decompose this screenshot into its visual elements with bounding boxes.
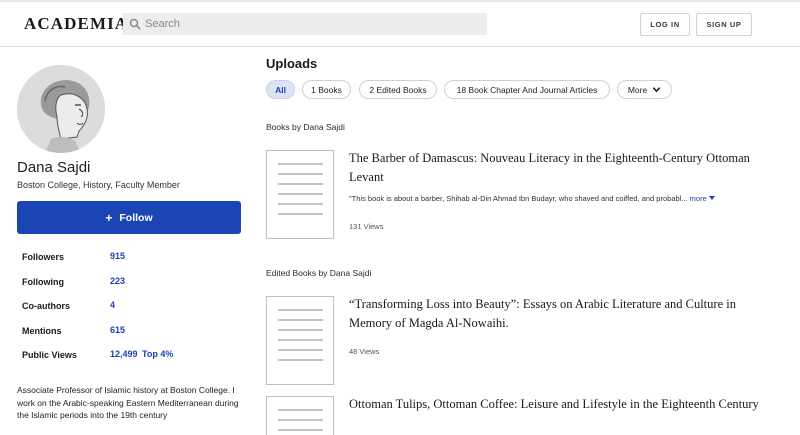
stat-value: 615 [110, 325, 126, 335]
uploads-heading: Uploads [266, 56, 318, 71]
top-header: ACADEMIA LOG IN SIGN UP [0, 0, 800, 47]
document-title[interactable]: “Transforming Loss into Beauty”: Essays … [349, 295, 769, 333]
more-link[interactable]: more [690, 194, 715, 203]
tab-all[interactable]: All [266, 80, 295, 99]
stat-following[interactable]: Following 223 [22, 276, 222, 293]
signup-button[interactable]: SIGN UP [696, 13, 752, 36]
follow-button[interactable]: + Follow [17, 201, 241, 234]
section-label-books: Books by Dana Sajdi [266, 122, 345, 132]
profile-name: Dana Sajdi [17, 159, 91, 176]
view-count: 48 Views [349, 347, 380, 356]
avatar [17, 65, 105, 153]
tab-books[interactable]: 1 Books [302, 80, 351, 99]
section-label-edited-books: Edited Books by Dana Sajdi [266, 268, 372, 278]
document-title[interactable]: The Barber of Damascus: Nouveau Literacy… [349, 149, 769, 187]
top-border [0, 0, 800, 2]
stat-label: Followers [22, 252, 65, 262]
stat-public-views: Public Views 12,499 Top 4% [22, 349, 222, 366]
stat-label: Public Views [22, 350, 77, 360]
excerpt-text: "This book is about a barber, Shihab al-… [349, 194, 688, 203]
plus-icon: + [105, 210, 113, 225]
tab-more-label: More [627, 84, 648, 95]
login-button[interactable]: LOG IN [640, 13, 690, 36]
stat-value: 12,499 [110, 349, 138, 359]
top-percent-badge: Top 4% [142, 349, 174, 359]
stat-value: 4 [110, 300, 116, 310]
tab-edited-books[interactable]: 2 Edited Books [359, 80, 437, 99]
search-input[interactable] [145, 13, 475, 35]
profile-bio: Associate Professor of Islamic history a… [17, 385, 239, 420]
view-count: 131 Views [349, 222, 384, 231]
stat-label: Following [22, 277, 64, 287]
stat-label: Mentions [22, 326, 62, 336]
stat-value: 223 [110, 276, 126, 286]
follow-label: Follow [119, 211, 153, 224]
document-title[interactable]: Ottoman Tulips, Ottoman Coffee: Leisure … [349, 395, 769, 414]
academia-logo[interactable]: ACADEMIA [24, 14, 128, 34]
profile-affiliation[interactable]: Boston College, History, Faculty Member [17, 180, 180, 190]
caret-down-icon [708, 196, 715, 200]
search-icon [129, 18, 141, 30]
document-thumbnail[interactable] [266, 150, 334, 239]
stat-label: Co-authors [22, 301, 70, 311]
stat-coauthors[interactable]: Co-authors 4 [22, 300, 222, 317]
tab-more[interactable]: More [617, 80, 672, 99]
chevron-down-icon [652, 87, 661, 93]
document-thumbnail[interactable] [266, 296, 334, 385]
search-bar[interactable] [123, 13, 487, 35]
stat-mentions[interactable]: Mentions 615 [22, 325, 222, 342]
document-thumbnail[interactable] [266, 396, 334, 435]
stat-value: 915 [110, 251, 126, 261]
stat-followers[interactable]: Followers 915 [22, 251, 222, 268]
document-excerpt: "This book is about a barber, Shihab al-… [349, 194, 759, 203]
portrait-sketch [17, 65, 105, 153]
more-label: more [689, 194, 707, 203]
tab-chapters-articles[interactable]: 18 Book Chapter And Journal Articles [444, 80, 610, 99]
